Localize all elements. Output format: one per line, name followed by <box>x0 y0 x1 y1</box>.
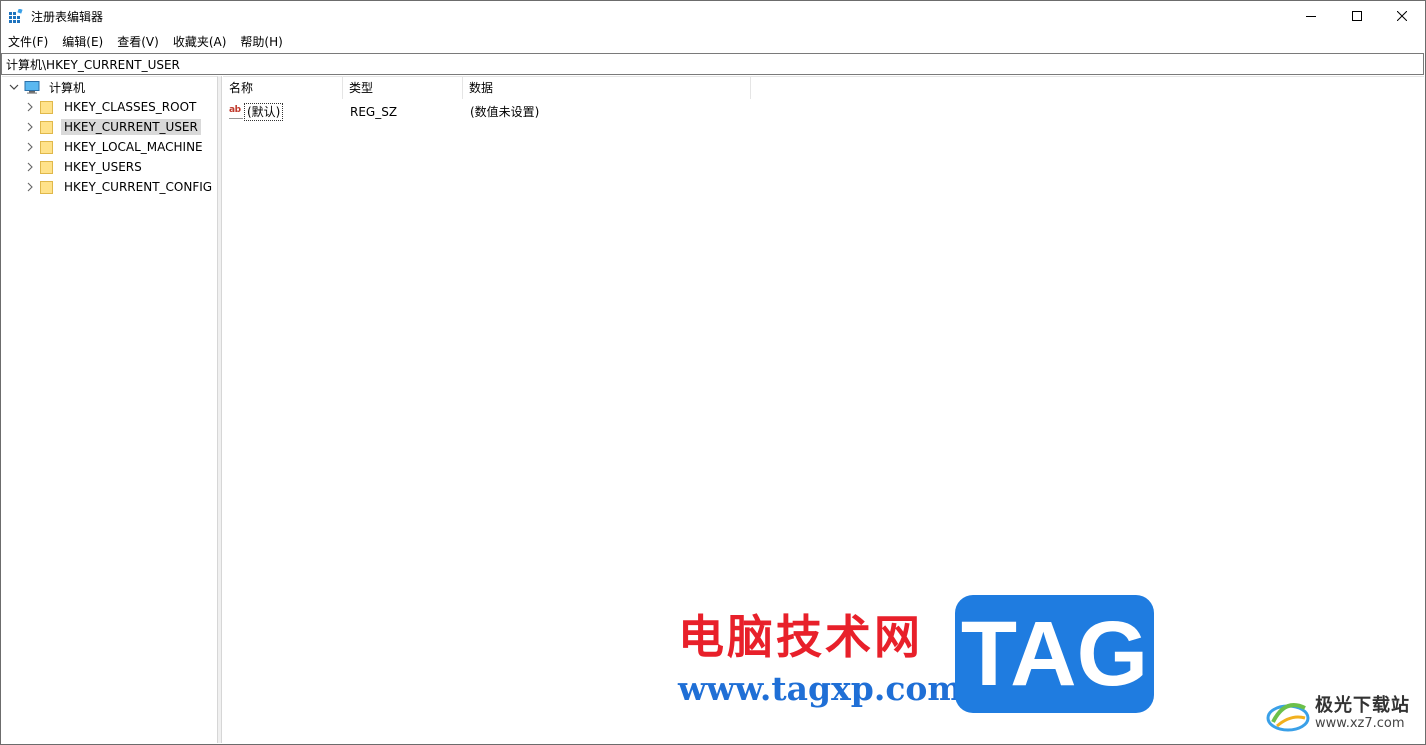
maximize-button[interactable] <box>1334 1 1380 31</box>
tree-item-computer[interactable]: 计算机 <box>8 77 88 97</box>
watermark-site-url: www.tagxp.com <box>678 669 963 708</box>
watermark-secondary-name: 极光下载站 <box>1315 695 1410 716</box>
value-type: REG_SZ <box>350 105 398 119</box>
menu-bar: 文件(F) 编辑(E) 查看(V) 收藏夹(A) 帮助(H) <box>1 32 1425 52</box>
chevron-down-icon[interactable] <box>8 81 20 93</box>
menu-file[interactable]: 文件(F) <box>1 32 55 52</box>
menu-help[interactable]: 帮助(H) <box>233 32 289 52</box>
tree-label: HKEY_CURRENT_USER <box>61 119 201 135</box>
tree-item-hkey-local-machine[interactable]: HKEY_LOCAL_MACHINE <box>24 137 206 157</box>
menu-favorites[interactable]: 收藏夹(A) <box>166 32 234 52</box>
watermark-secondary: 极光下载站 www.xz7.com <box>1265 691 1410 737</box>
folder-icon <box>40 100 53 114</box>
column-header-name[interactable]: 名称 <box>223 77 343 99</box>
tree-item-hkey-current-config[interactable]: HKEY_CURRENT_CONFIG <box>24 177 215 197</box>
minimize-icon <box>1306 16 1316 17</box>
folder-icon <box>40 160 53 174</box>
chevron-right-icon[interactable] <box>24 161 36 173</box>
string-value-icon: ab <box>229 105 243 119</box>
aurora-logo-icon <box>1266 703 1310 732</box>
folder-icon <box>40 180 53 194</box>
pane-splitter[interactable] <box>218 76 222 743</box>
tree-label: HKEY_USERS <box>64 160 142 174</box>
title-bar[interactable]: 注册表编辑器 <box>1 1 1425 31</box>
maximize-icon <box>1352 11 1362 21</box>
value-name[interactable]: (默认) <box>244 103 284 121</box>
address-bar[interactable]: 计算机\HKEY_CURRENT_USER <box>1 53 1424 75</box>
chevron-right-icon[interactable] <box>24 121 36 133</box>
watermark-tag-logo: TAG <box>955 595 1154 713</box>
folder-icon <box>40 120 53 134</box>
watermark-secondary-url: www.xz7.com <box>1315 716 1405 731</box>
menu-edit[interactable]: 编辑(E) <box>55 32 110 52</box>
chevron-right-icon[interactable] <box>24 101 36 113</box>
regedit-window: 注册表编辑器 文件(F) 编辑(E) 查看(V) 收藏夹(A) 帮助(H) 计算… <box>0 0 1426 745</box>
tree-item-hkey-current-user[interactable]: HKEY_CURRENT_USER <box>24 117 201 137</box>
window-title: 注册表编辑器 <box>31 10 104 24</box>
chevron-right-icon[interactable] <box>24 181 36 193</box>
tree-label: HKEY_CLASSES_ROOT <box>64 100 197 114</box>
tree-label: HKEY_CURRENT_CONFIG <box>64 180 213 194</box>
close-icon <box>1397 11 1407 21</box>
menu-view[interactable]: 查看(V) <box>110 32 166 52</box>
watermark-site-name: 电脑技术网 <box>678 610 923 664</box>
minimize-button[interactable] <box>1288 1 1334 31</box>
value-data: (数值未设置) <box>470 105 540 119</box>
tree-label: 计算机 <box>49 80 86 95</box>
folder-icon <box>40 140 53 154</box>
column-header-type[interactable]: 类型 <box>343 77 463 99</box>
tree-item-hkey-users[interactable]: HKEY_USERS <box>24 157 145 177</box>
tree-item-hkey-classes-root[interactable]: HKEY_CLASSES_ROOT <box>24 97 199 117</box>
address-path[interactable]: 计算机\HKEY_CURRENT_USER <box>6 56 180 73</box>
close-button[interactable] <box>1379 1 1425 31</box>
tree-label: HKEY_LOCAL_MACHINE <box>64 140 203 154</box>
table-row[interactable]: ab (默认) REG_SZ (数值未设置) <box>223 103 823 121</box>
chevron-right-icon[interactable] <box>24 141 36 153</box>
column-header-data[interactable]: 数据 <box>463 77 751 99</box>
regedit-app-icon <box>9 9 23 23</box>
computer-icon <box>24 80 40 94</box>
key-tree-pane: 计算机 HKEY_CLASSES_ROOT HKEY_CURRENT_USER … <box>2 76 218 743</box>
